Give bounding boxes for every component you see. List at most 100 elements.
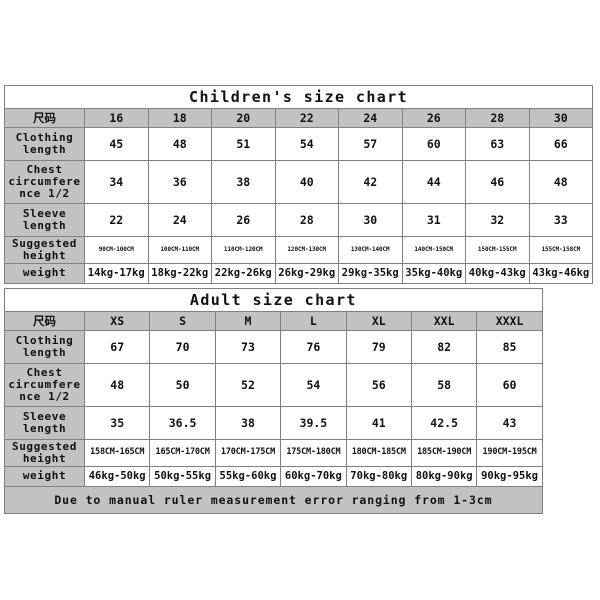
cell-value: 60 xyxy=(476,363,543,407)
cell-value: 46 xyxy=(465,160,530,204)
cell-value: 50 xyxy=(149,363,216,407)
row-label: Chest circumference 1/2 xyxy=(4,160,85,204)
adult-size-chart-table: Adult size chart 尺码 XS S M L XL XXL XXXL… xyxy=(4,288,543,514)
row-label: Clothing length xyxy=(4,127,85,161)
adult-size-col-0: XS xyxy=(83,311,151,331)
cell-value: 38 xyxy=(211,160,276,204)
childrens-size-col-3: 22 xyxy=(274,108,339,128)
cell-value: 33 xyxy=(528,203,594,237)
cell-value: 36.5 xyxy=(149,406,216,440)
cell-value: 45 xyxy=(84,127,149,161)
cell-value: 100CM-110CM xyxy=(147,236,212,264)
cell-value: 35 xyxy=(83,406,151,440)
childrens-size-chart-table: Children's size chart 尺码 16 18 20 22 24 … xyxy=(3,85,594,284)
childrens-size-col-6: 28 xyxy=(465,108,530,128)
cell-value: 185CM-190CM xyxy=(410,439,478,467)
cell-value: 55kg-60kg xyxy=(214,466,282,487)
cell-value: 170CM-175CM xyxy=(214,439,282,467)
cell-value: 14kg-17kg xyxy=(84,263,149,284)
cell-value: 70 xyxy=(149,330,216,364)
childrens-size-col-5: 26 xyxy=(401,108,466,128)
adult-chart-note-row: Due to manual ruler measurement error ra… xyxy=(4,486,543,514)
cell-value: 42 xyxy=(338,160,403,204)
size-chart-page: Children's size chart 尺码 16 18 20 22 24 … xyxy=(0,0,600,600)
cell-value: 41 xyxy=(345,406,412,440)
adult-size-col-4: XL xyxy=(345,311,412,331)
cell-value: 18kg-22kg xyxy=(147,263,212,284)
cell-value: 48 xyxy=(147,127,212,161)
cell-value: 28 xyxy=(274,203,339,237)
cell-value: 30 xyxy=(338,203,403,237)
cell-value: 48 xyxy=(83,363,151,407)
cell-value: 165CM-170CM xyxy=(149,439,216,467)
cell-value: 26kg-29kg xyxy=(274,263,339,284)
measurement-error-note: Due to manual ruler measurement error ra… xyxy=(4,486,543,514)
cell-value: 24 xyxy=(147,203,212,237)
cell-value: 80kg-90kg xyxy=(410,466,478,487)
adult-row-weight: weight 46kg-50kg 50kg-55kg 55kg-60kg 60k… xyxy=(4,466,543,487)
cell-value: 35kg-40kg xyxy=(401,263,466,284)
cell-value: 42.5 xyxy=(410,406,478,440)
cell-value: 38 xyxy=(214,406,282,440)
cell-value: 76 xyxy=(280,330,347,364)
cell-value: 63 xyxy=(465,127,530,161)
childrens-row-sleeve-length: Sleeve length 22 24 26 28 30 31 32 33 xyxy=(4,203,594,237)
adult-row-clothing-length: Clothing length 67 70 73 76 79 82 85 xyxy=(4,330,543,364)
adult-row-chest-circumference: Chest circumference 1/2 48 50 52 54 56 5… xyxy=(4,363,543,407)
cell-value: 58 xyxy=(410,363,478,407)
row-label: Clothing length xyxy=(4,330,85,364)
cell-value: 60kg-70kg xyxy=(280,466,347,487)
row-label: weight xyxy=(4,263,85,284)
cell-value: 90CM-100CM xyxy=(84,236,149,264)
row-label: Sleeve length xyxy=(4,203,85,237)
row-label: weight xyxy=(4,466,85,487)
childrens-row-clothing-length: Clothing length 45 48 51 54 57 60 63 66 xyxy=(4,127,594,161)
cell-value: 175CM-180CM xyxy=(280,439,347,467)
row-label: Suggested height xyxy=(4,236,85,264)
cell-value: 36 xyxy=(147,160,212,204)
cell-value: 130CM-140CM xyxy=(338,236,403,264)
childrens-size-col-4: 24 xyxy=(338,108,403,128)
childrens-size-label: 尺码 xyxy=(4,108,85,128)
cell-value: 155CM-158CM xyxy=(528,236,594,264)
cell-value: 48 xyxy=(528,160,594,204)
adult-chart-title-row: Adult size chart xyxy=(4,288,543,312)
childrens-row-weight: weight 14kg-17kg 18kg-22kg 22kg-26kg 26k… xyxy=(4,263,594,284)
cell-value: 67 xyxy=(83,330,151,364)
cell-value: 44 xyxy=(401,160,466,204)
cell-value: 70kg-80kg xyxy=(345,466,412,487)
cell-value: 54 xyxy=(280,363,347,407)
childrens-size-col-7: 30 xyxy=(528,108,594,128)
cell-value: 32 xyxy=(465,203,530,237)
childrens-row-suggested-height: Suggested height 90CM-100CM 100CM-110CM … xyxy=(4,236,594,264)
cell-value: 180CM-185CM xyxy=(345,439,412,467)
cell-value: 31 xyxy=(401,203,466,237)
childrens-size-col-1: 18 xyxy=(147,108,212,128)
adult-chart-header-row: 尺码 XS S M L XL XXL XXXL xyxy=(4,311,543,331)
cell-value: 40kg-43kg xyxy=(465,263,530,284)
adult-row-suggested-height: Suggested height 158CM-165CM 165CM-170CM… xyxy=(4,439,543,467)
cell-value: 120CM-130CM xyxy=(274,236,339,264)
cell-value: 43 xyxy=(476,406,543,440)
childrens-size-col-2: 20 xyxy=(211,108,276,128)
childrens-chart-title: Children's size chart xyxy=(3,85,594,109)
cell-value: 66 xyxy=(528,127,594,161)
adult-size-col-1: S xyxy=(149,311,216,331)
row-label: Sleeve length xyxy=(4,406,85,440)
childrens-chart-title-row: Children's size chart xyxy=(3,85,594,109)
row-label: Chest circumference 1/2 xyxy=(4,363,85,407)
cell-value: 60 xyxy=(401,127,466,161)
cell-value: 85 xyxy=(476,330,543,364)
cell-value: 43kg-46kg xyxy=(528,263,594,284)
cell-value: 56 xyxy=(345,363,412,407)
childrens-size-col-0: 16 xyxy=(84,108,149,128)
cell-value: 39.5 xyxy=(280,406,347,440)
cell-value: 73 xyxy=(214,330,282,364)
cell-value: 54 xyxy=(274,127,339,161)
childrens-row-chest-circumference: Chest circumference 1/2 34 36 38 40 42 4… xyxy=(4,160,594,204)
cell-value: 140CM-150CM xyxy=(401,236,466,264)
cell-value: 52 xyxy=(214,363,282,407)
cell-value: 51 xyxy=(211,127,276,161)
adult-size-col-6: XXXL xyxy=(476,311,543,331)
adult-size-label: 尺码 xyxy=(4,311,85,331)
